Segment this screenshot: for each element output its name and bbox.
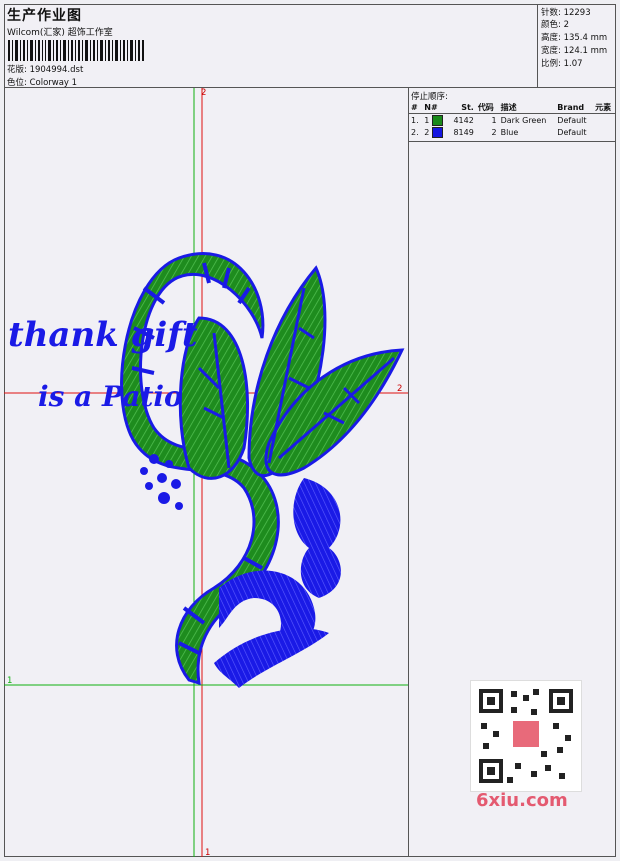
barcode — [8, 40, 144, 61]
artwork-text-line2: is a Patio — [38, 380, 183, 413]
guide-label-bottom: 1 — [205, 848, 211, 858]
design-value: 1904994.dst — [29, 65, 84, 75]
colorway-label: 色位: — [7, 78, 27, 88]
col-num: # — [409, 101, 423, 114]
row-desc: Dark Green — [500, 115, 547, 125]
watermark-text: 6xiu.com — [476, 790, 568, 811]
stat-width: 宽度: 124.1 mm — [541, 46, 608, 56]
col-element: 元素 — [593, 101, 616, 114]
header-info: 生产作业图 Wilcom(汇家) 超饰工作室 花版: 1904994.dst 色… — [4, 4, 538, 88]
row-code: 1 — [491, 115, 497, 125]
row-st: 8149 — [453, 127, 474, 137]
stat-height: 高度: 135.4 mm — [541, 33, 608, 43]
row-code: 2 — [491, 127, 497, 137]
col-n: N# — [422, 101, 449, 114]
col-code: 代码 — [475, 101, 499, 114]
stats-panel: 针数: 12293 颜色: 2 高度: 135.4 mm 宽度: 124.1 m… — [538, 4, 616, 88]
row-element — [593, 114, 616, 127]
design-label: 花版: — [7, 65, 27, 75]
qr-code — [470, 680, 582, 792]
row-n: 2 — [422, 126, 448, 138]
design-canvas: thank gift is a Patio — [4, 88, 409, 857]
stat-stitches: 针数: 12293 — [541, 8, 591, 18]
thread-swatch-green — [431, 114, 443, 126]
row-desc: Blue — [500, 127, 519, 137]
row-st: 4142 — [453, 115, 474, 125]
colorway-value: Colorway 1 — [29, 78, 78, 88]
row-num: 1. — [411, 115, 419, 125]
curl-shape-3 — [214, 628, 329, 688]
curl-shape-2 — [293, 478, 341, 598]
guide-label-right: 2 — [397, 384, 403, 394]
col-brand: Brand — [555, 101, 594, 114]
row-brand: Default — [557, 115, 587, 125]
qr-center-seal — [513, 721, 539, 747]
table-row: 2. 2 8149 2 Blue Default — [409, 126, 616, 138]
row-brand: Default — [557, 127, 587, 137]
design-row: 花版: 1904994.dst — [7, 63, 83, 75]
studio-name: Wilcom(汇家) 超饰工作室 — [7, 28, 113, 38]
col-desc: 描述 — [498, 101, 556, 114]
thread-swatch-blue — [431, 126, 443, 138]
stat-colors: 颜色: 2 — [541, 20, 569, 30]
artwork-text-line1: thank gift — [8, 315, 198, 355]
colorway-row: 色位: Colorway 1 — [7, 76, 77, 88]
stat-scale: 比例: 1.07 — [541, 59, 583, 69]
col-st: St. — [448, 101, 476, 114]
row-n: 1 — [422, 114, 448, 127]
stop-sequence-panel: 停止顺序: # N# St. 代码 描述 Brand 元素 1. 1 4142 … — [409, 88, 616, 142]
guide-label-top: 2 — [201, 88, 207, 98]
row-element — [593, 126, 616, 138]
embroidery-artwork: thank gift is a Patio — [4, 88, 408, 857]
page-title: 生产作业图 — [7, 8, 82, 24]
table-header-row: # N# St. 代码 描述 Brand 元素 — [409, 101, 616, 114]
row-num: 2. — [411, 127, 419, 137]
table-row: 1. 1 4142 1 Dark Green Default — [409, 114, 616, 127]
qr-code-icon — [479, 689, 573, 783]
guide-label-left: 1 — [7, 676, 13, 686]
stop-sequence-table: # N# St. 代码 描述 Brand 元素 1. 1 4142 1 Dark… — [409, 101, 616, 138]
